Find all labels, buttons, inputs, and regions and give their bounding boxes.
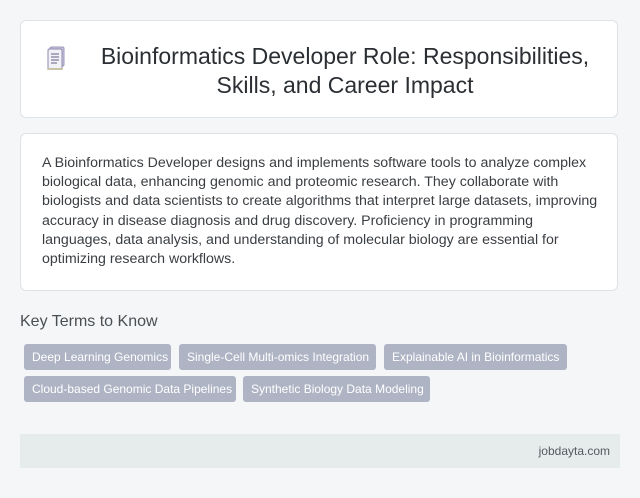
footer-site-link[interactable]: jobdayta.com (539, 444, 610, 458)
key-term-tag[interactable]: Deep Learning Genomics (24, 344, 171, 370)
page-title: Bioinformatics Developer Role: Responsib… (100, 43, 590, 98)
document-icon (47, 46, 65, 70)
key-term-tag[interactable]: Explainable AI in Bioinformatics (384, 344, 567, 370)
key-terms-heading: Key Terms to Know (20, 313, 158, 330)
key-term-tag[interactable]: Single-Cell Multi-omics Integration (179, 344, 376, 370)
footer-bar: jobdayta.com (20, 434, 620, 468)
key-term-tag[interactable]: Synthetic Biology Data Modeling (243, 376, 430, 402)
key-term-tag[interactable]: Cloud-based Genomic Data Pipelines (24, 376, 236, 402)
page: Bioinformatics Developer Role: Responsib… (0, 0, 640, 498)
role-description: A Bioinformatics Developer designs and i… (42, 155, 598, 268)
